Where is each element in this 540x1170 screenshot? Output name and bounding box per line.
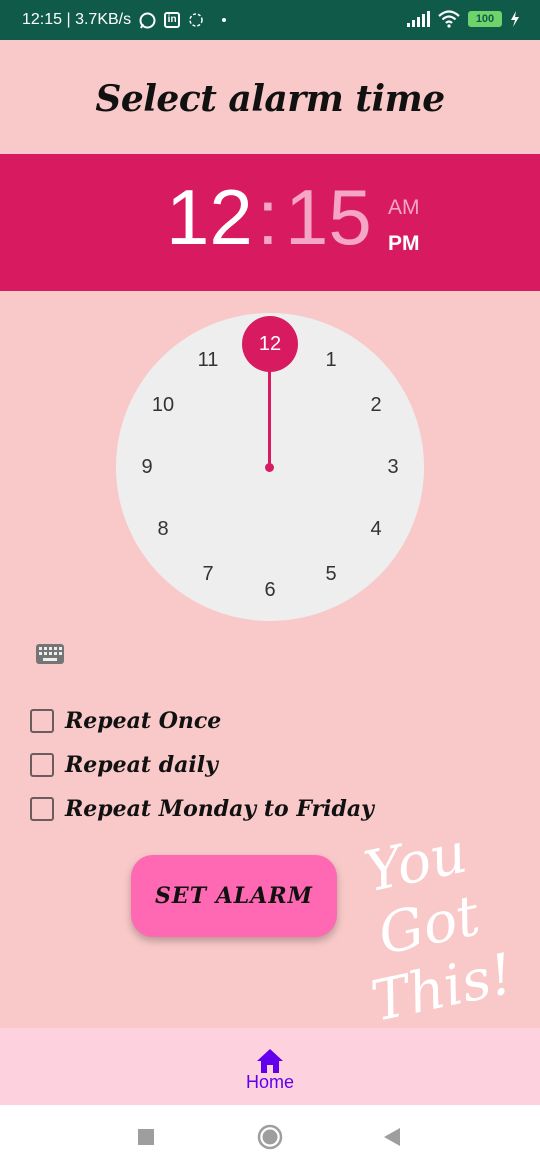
nav-home-label: Home [245,1072,294,1092]
recents-icon[interactable] [137,1128,155,1146]
nav-home[interactable]: Home [230,1038,310,1098]
clock-number-3[interactable]: 3 [373,452,413,482]
wifi-icon [438,10,460,28]
status-left: 12:15 | 3.7KB/s in [22,11,227,29]
repeat-once-label: Repeat Once [65,708,222,734]
clock-number-2[interactable]: 2 [356,390,396,420]
clock-hand[interactable] [268,370,271,467]
signal-icon [407,11,430,27]
clock-number-1[interactable]: 1 [311,345,351,375]
clock-number-11[interactable]: 11 [188,345,228,375]
motivational-decoration: You Got This! [359,820,519,1035]
am-toggle[interactable]: AM [388,196,420,220]
status-right: 100 [406,10,520,28]
clock-selected-number[interactable]: 12 [242,316,298,372]
clock-number-7[interactable]: 7 [188,559,228,589]
page-title: Select alarm time [95,78,445,120]
repeat-weekdays-option[interactable]: Repeat Monday to Friday [30,796,374,822]
whatsapp-icon [139,12,156,28]
minute-display[interactable]: 15 [285,178,372,256]
clock-center [265,463,274,472]
system-nav-bar [0,1105,540,1170]
status-time-speed: 12:15 | 3.7KB/s [22,11,132,28]
bottom-nav: Home [0,1028,540,1105]
keyboard-icon[interactable] [36,644,64,664]
clock-number-8[interactable]: 8 [143,514,183,544]
notification-icon [189,13,203,27]
home-icon [257,1049,283,1073]
home-button-icon[interactable] [257,1124,283,1150]
clock-number-4[interactable]: 4 [356,514,396,544]
clock-number-5[interactable]: 5 [311,559,351,589]
time-separator: : [257,173,279,261]
linkedin-icon: in [164,12,181,28]
repeat-once-checkbox[interactable] [30,709,54,733]
more-dot-icon [222,18,227,22]
hour-display[interactable]: 12 [166,178,253,256]
repeat-once-option[interactable]: Repeat Once [30,708,221,734]
battery-icon: 100 [468,11,502,27]
repeat-weekdays-label: Repeat Monday to Friday [65,796,374,822]
repeat-weekdays-checkbox[interactable] [30,797,54,821]
repeat-daily-option[interactable]: Repeat daily [30,752,218,778]
set-alarm-button[interactable]: SET ALARM [131,855,337,937]
clock-number-9[interactable]: 9 [127,452,167,482]
charging-icon [511,11,519,27]
back-icon[interactable] [383,1127,401,1147]
repeat-daily-checkbox[interactable] [30,753,54,777]
clock-number-10[interactable]: 10 [143,390,183,420]
pm-toggle[interactable]: PM [388,232,420,256]
status-bar: 12:15 | 3.7KB/s in 100 [0,0,540,40]
repeat-daily-label: Repeat daily [65,752,218,778]
clock-number-6[interactable]: 6 [250,575,290,605]
